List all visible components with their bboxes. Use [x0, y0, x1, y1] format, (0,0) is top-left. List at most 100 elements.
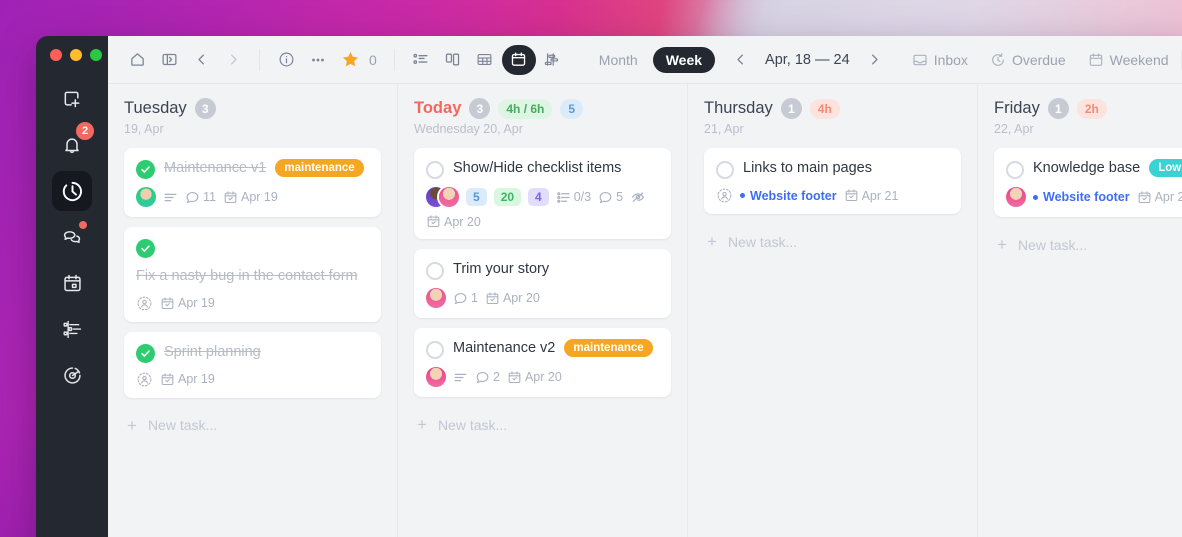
task-meta-row: Apr 19	[136, 371, 369, 388]
star-icon[interactable]	[335, 45, 365, 75]
task-checkbox[interactable]	[716, 161, 734, 179]
new-task-label: New task...	[727, 233, 798, 250]
rail-items: 2	[52, 79, 94, 401]
task-checkbox[interactable]	[426, 341, 444, 359]
due-date-icon: Apr 20	[485, 291, 540, 306]
add-square-icon	[62, 89, 82, 109]
task-meta-row: Apr 19	[136, 295, 369, 312]
avatar[interactable]	[136, 187, 156, 207]
day-subtitle: 19, Apr	[124, 122, 164, 136]
due-date-icon-value: Apr 20	[524, 370, 562, 384]
task-card-title-row: Links to main pages	[716, 159, 949, 179]
scale-week[interactable]: Week	[652, 46, 716, 73]
filter-weekend[interactable]: Weekend	[1078, 46, 1179, 74]
task-card[interactable]: Links to main pages Website footer Apr 21	[704, 148, 961, 214]
new-task-button[interactable]: + New task...	[124, 408, 381, 443]
info-circle-icon[interactable]	[271, 45, 301, 75]
task-project-link[interactable]: Website footer	[740, 189, 837, 203]
task-checkbox[interactable]	[1006, 161, 1024, 179]
new-task-button[interactable]: + New task...	[704, 224, 961, 259]
avatar[interactable]	[426, 367, 446, 387]
avatar[interactable]	[1006, 187, 1026, 207]
assignee-avatars[interactable]	[426, 187, 459, 207]
rail-unread-dot	[79, 221, 87, 229]
day-title: Friday	[994, 99, 1040, 117]
left-rail: 2	[36, 36, 108, 537]
calendar-board: Tuesday 3 19, Apr Maintenance v1 maintenance…	[108, 84, 1182, 537]
comments-icon-value: 1	[471, 291, 478, 305]
due-date-icon-value: Apr 19	[178, 296, 215, 311]
more-dots-icon[interactable]	[303, 45, 333, 75]
task-card[interactable]: Maintenance v2 maintenance 2 Apr 20	[414, 328, 671, 397]
task-meta-row: Website footer Apr 21	[716, 187, 949, 204]
task-meta-row: 5 20 4 0/3 5 Apr 20	[426, 187, 659, 229]
home-icon[interactable]	[122, 45, 152, 75]
maximize-window-button[interactable]	[90, 49, 102, 61]
task-card[interactable]: Sprint planning Apr 19	[124, 331, 381, 398]
task-checkbox[interactable]	[426, 161, 444, 179]
minimize-window-button[interactable]	[70, 49, 82, 61]
task-card[interactable]: Trim your story 1 Apr 20	[414, 249, 671, 318]
desktop-background: 2 0 Month Week Apr, 18 — 24 Inbox Overdu…	[0, 0, 1182, 537]
task-card[interactable]: Fix a nasty bug in the contact form Apr 1…	[124, 227, 381, 322]
scale-month[interactable]: Month	[586, 47, 651, 73]
day-column-header: Thursday 1 4h	[704, 98, 961, 119]
new-task-label: New task...	[437, 416, 508, 433]
assign-user-icon	[136, 371, 153, 388]
table-view-icon[interactable]	[470, 45, 500, 75]
new-task-button[interactable]: + New task...	[994, 227, 1182, 262]
plus-icon: +	[127, 415, 137, 435]
rail-item-reports[interactable]	[52, 355, 92, 395]
next-period-button[interactable]	[860, 45, 890, 75]
day-subtitle: 21, Apr	[704, 122, 744, 136]
task-card[interactable]: Show/Hide checklist items 5 20 4 0/3 5 Apr 20	[414, 148, 671, 239]
task-checkbox-checked[interactable]	[136, 239, 155, 258]
day-column-header: Tuesday 3	[124, 98, 381, 119]
window-traffic-lights[interactable]	[50, 49, 102, 61]
task-checkbox[interactable]	[426, 262, 444, 280]
plus-icon: +	[997, 235, 1007, 254]
rail-item-tasks[interactable]	[52, 171, 92, 211]
task-project-link[interactable]: Website footer	[1033, 190, 1130, 204]
new-task-button[interactable]: + New task...	[414, 407, 671, 442]
task-card-title-row: Sprint planning	[136, 343, 369, 363]
rail-item-chat[interactable]	[52, 217, 92, 257]
list-view-icon[interactable]	[406, 45, 436, 75]
task-card-title-row: Fix a nasty bug in the contact form	[136, 238, 369, 287]
rail-item-gantt[interactable]	[52, 309, 92, 349]
due-date-icon-value: Apr 21	[861, 188, 899, 203]
task-checkbox-checked[interactable]	[136, 160, 155, 179]
task-card[interactable]: Maintenance v1 maintenance 11 Apr 19	[124, 148, 381, 217]
task-checkbox-checked[interactable]	[136, 343, 155, 363]
comments-icon: 5	[598, 190, 623, 205]
pie-chart-icon	[62, 365, 83, 386]
task-title: Knowledge base	[1033, 160, 1141, 176]
filter-overdue[interactable]: Overdue	[980, 46, 1076, 74]
task-title: Sprint planning	[164, 343, 261, 360]
comments-icon: 1	[453, 291, 478, 306]
task-metric-pill: 4	[528, 188, 549, 206]
calendar-icon	[62, 273, 83, 294]
assign-user-icon	[716, 187, 733, 204]
task-card[interactable]: Knowledge base Low Priority Website footer…	[994, 148, 1182, 217]
sidebar-panel-icon[interactable]	[154, 45, 184, 75]
due-date-icon-value: Apr 19	[240, 190, 278, 204]
forward-button[interactable]	[218, 45, 248, 75]
task-card-title-row: Maintenance v2 maintenance	[426, 339, 659, 359]
gantt-view-icon[interactable]	[538, 45, 568, 75]
day-title: Tuesday	[124, 99, 187, 117]
close-window-button[interactable]	[50, 49, 62, 61]
avatar[interactable]	[426, 288, 446, 308]
filter-inbox[interactable]: Inbox	[902, 46, 978, 74]
rail-item-calendar[interactable]	[52, 263, 92, 303]
board-view-icon[interactable]	[438, 45, 468, 75]
prev-period-button[interactable]	[725, 45, 755, 75]
date-range-label: Apr, 18 — 24	[765, 51, 850, 68]
rail-item-notifications[interactable]: 2	[52, 122, 94, 165]
calendar-view-icon[interactable]	[501, 44, 536, 75]
task-title: Maintenance v1	[164, 160, 267, 176]
rail-item-new-item[interactable]	[52, 79, 92, 119]
back-button[interactable]	[186, 45, 216, 75]
day-column-tuesday: Tuesday 3 19, Apr Maintenance v1 maintenance…	[108, 84, 398, 537]
comments-icon-value: 11	[203, 190, 216, 204]
